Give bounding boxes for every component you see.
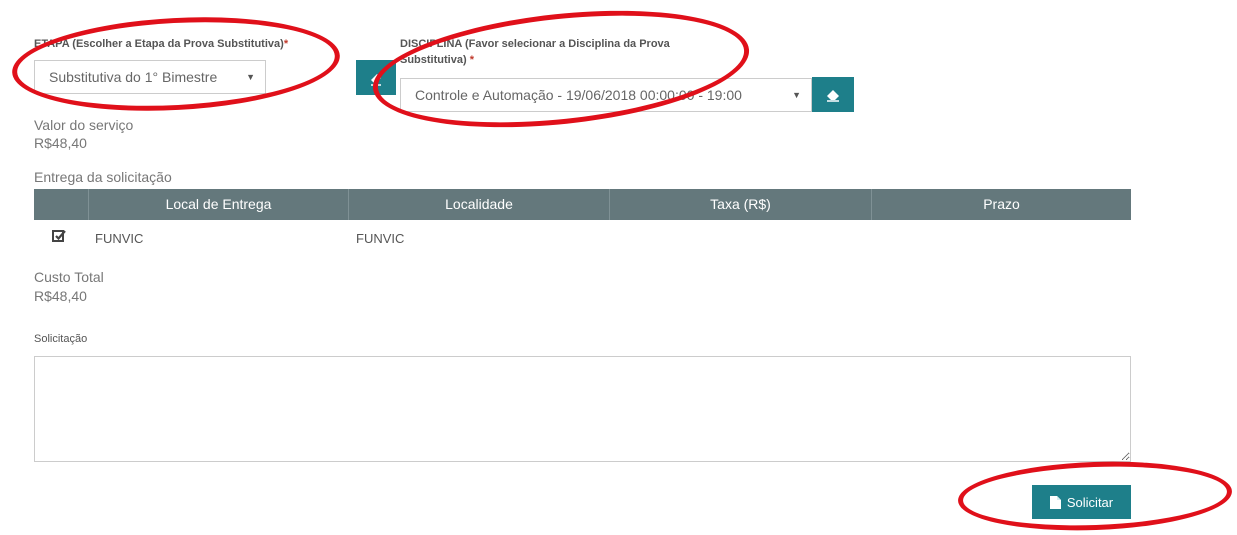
entrega-label: Entrega da solicitação <box>34 169 172 185</box>
annotation-oval-etapa <box>9 9 343 119</box>
custo-label: Custo Total <box>34 269 104 285</box>
table-row[interactable]: FUNVIC FUNVIC <box>34 221 1131 255</box>
solicitacao-textarea[interactable] <box>34 356 1131 462</box>
column-header: Taxa (R$) <box>609 189 871 220</box>
select-column-header <box>34 189 88 220</box>
custo-value: R$48,40 <box>34 288 87 304</box>
solicitacao-label: Solicitação <box>34 333 88 345</box>
checkbox-checked-icon[interactable] <box>52 229 66 243</box>
local-cell: FUNVIC <box>95 231 144 246</box>
clear-disciplina-button[interactable] <box>812 77 854 112</box>
caret-down-icon: ▼ <box>792 90 801 100</box>
column-header: Localidade <box>348 189 609 220</box>
column-header: Prazo <box>871 189 1131 220</box>
annotation-oval-disciplina <box>367 0 755 144</box>
eraser-icon <box>827 89 839 102</box>
annotation-oval-solicitar <box>956 457 1234 535</box>
localidade-cell: FUNVIC <box>356 231 405 246</box>
valor-value: R$48,40 <box>34 135 87 151</box>
valor-label: Valor do serviço <box>34 117 134 133</box>
column-header: Local de Entrega <box>88 189 348 220</box>
entrega-table-header: Local de Entrega Localidade Taxa (R$) Pr… <box>34 189 1131 220</box>
